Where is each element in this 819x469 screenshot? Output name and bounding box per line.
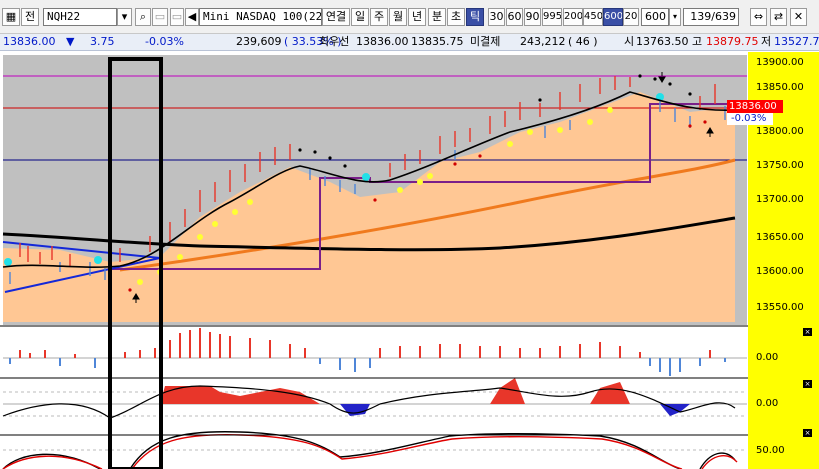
oi-label: 미결제: [470, 35, 501, 48]
price-down-arrow-icon: ▼: [66, 35, 75, 48]
macd-zero-label: 0.00: [756, 352, 779, 363]
current-price: 13836.00: [3, 35, 56, 48]
count-total: /639: [711, 10, 736, 23]
search-icon[interactable]: ⌕: [135, 8, 151, 26]
collapse-icon[interactable]: ⇄: [770, 8, 787, 26]
interval-btn-995[interactable]: 995: [542, 8, 562, 26]
best-bid: 13835.75: [411, 35, 464, 48]
grid-icon[interactable]: ▦: [2, 8, 20, 26]
period-btn-year[interactable]: 년: [408, 8, 426, 26]
low-price: 13527.7: [774, 35, 819, 48]
osc-zero-label: 0.00: [756, 398, 779, 409]
close-icon[interactable]: ✕: [790, 8, 807, 26]
period-btn-second[interactable]: 초: [447, 8, 465, 26]
period-btn-day[interactable]: 일: [351, 8, 369, 26]
current-price-tag: 13836.00: [727, 100, 783, 113]
interval-btn-600[interactable]: 600: [603, 8, 623, 26]
current-change-tag: -0.03%: [727, 113, 773, 125]
interval-btn-30[interactable]: 30: [488, 8, 505, 26]
best-label: 최우선: [319, 35, 350, 48]
interval-btn-60[interactable]: 60: [506, 8, 523, 26]
high-price: 13879.75: [706, 35, 759, 48]
count-value[interactable]: 139: [690, 10, 711, 23]
chart-canvas[interactable]: [0, 52, 819, 469]
symbol-dropdown-icon[interactable]: ▾: [117, 8, 132, 26]
stoch-panel-close-icon[interactable]: ×: [803, 429, 812, 437]
symbol-input[interactable]: NQH22: [43, 8, 117, 26]
count-field[interactable]: 139/639: [683, 8, 739, 26]
interval-btn-20[interactable]: 20: [623, 8, 639, 26]
osc-panel-close-icon[interactable]: ×: [803, 380, 812, 388]
disabled-tool-icon-2[interactable]: ▭: [170, 8, 184, 26]
period-btn-tick[interactable]: 틱: [466, 8, 484, 26]
period-btn-minute[interactable]: 분: [428, 8, 446, 26]
price-change: 3.75: [90, 35, 115, 48]
price-tick-13900: 13900.00: [756, 57, 804, 68]
interval-select[interactable]: 600: [641, 8, 669, 26]
price-tick-13600: 13600.00: [756, 266, 804, 277]
low-label: 저: [761, 35, 772, 48]
best-ask: 13836.00: [356, 35, 409, 48]
interval-dropdown-icon[interactable]: ▾: [669, 8, 681, 26]
interval-btn-200[interactable]: 200: [563, 8, 583, 26]
stoch-mid-label: 50.00: [756, 445, 785, 456]
chart-toolbar: ▦ 전 NQH22 ▾ ⌕ ▭ ▭ ◀ Mini NASDAQ 100(22.0…: [0, 0, 819, 34]
price-tick-13850: 13850.00: [756, 82, 804, 93]
period-btn-week[interactable]: 주: [370, 8, 388, 26]
interval-btn-90[interactable]: 90: [524, 8, 541, 26]
price-tick-13550: 13550.00: [756, 302, 804, 313]
price-change-pct: -0.03%: [145, 35, 184, 48]
price-tick-13700: 13700.00: [756, 194, 804, 205]
period-btn-link[interactable]: 연결: [322, 8, 350, 26]
sound-icon[interactable]: ◀: [185, 8, 199, 26]
tab-button[interactable]: 전: [21, 8, 39, 26]
disabled-tool-icon[interactable]: ▭: [152, 8, 168, 26]
macd-panel-bg: [3, 327, 747, 377]
oi-change: ( 46 ): [568, 35, 598, 48]
open-label: 시: [624, 35, 635, 48]
price-tick-13800: 13800.00: [756, 126, 804, 137]
macd-panel-close-icon[interactable]: ×: [803, 328, 812, 336]
quote-bar: 13836.00 ▼ 3.75 -0.03% 239,609 ( 33.53% …: [0, 34, 819, 51]
price-tick-13750: 13750.00: [756, 160, 804, 171]
product-name-field: Mini NASDAQ 100(22.0: [199, 8, 322, 26]
high-label: 고: [692, 35, 703, 48]
chart-area[interactable]: 13900.00 13850.00 13800.00 13750.00 1370…: [0, 52, 819, 469]
interval-btn-450[interactable]: 450: [583, 8, 603, 26]
volume: 239,609: [236, 35, 282, 48]
expand-icon[interactable]: ⇔: [750, 8, 767, 26]
open-price: 13763.50: [636, 35, 689, 48]
period-btn-month[interactable]: 월: [389, 8, 407, 26]
open-interest: 243,212: [520, 35, 566, 48]
price-tick-13650: 13650.00: [756, 232, 804, 243]
